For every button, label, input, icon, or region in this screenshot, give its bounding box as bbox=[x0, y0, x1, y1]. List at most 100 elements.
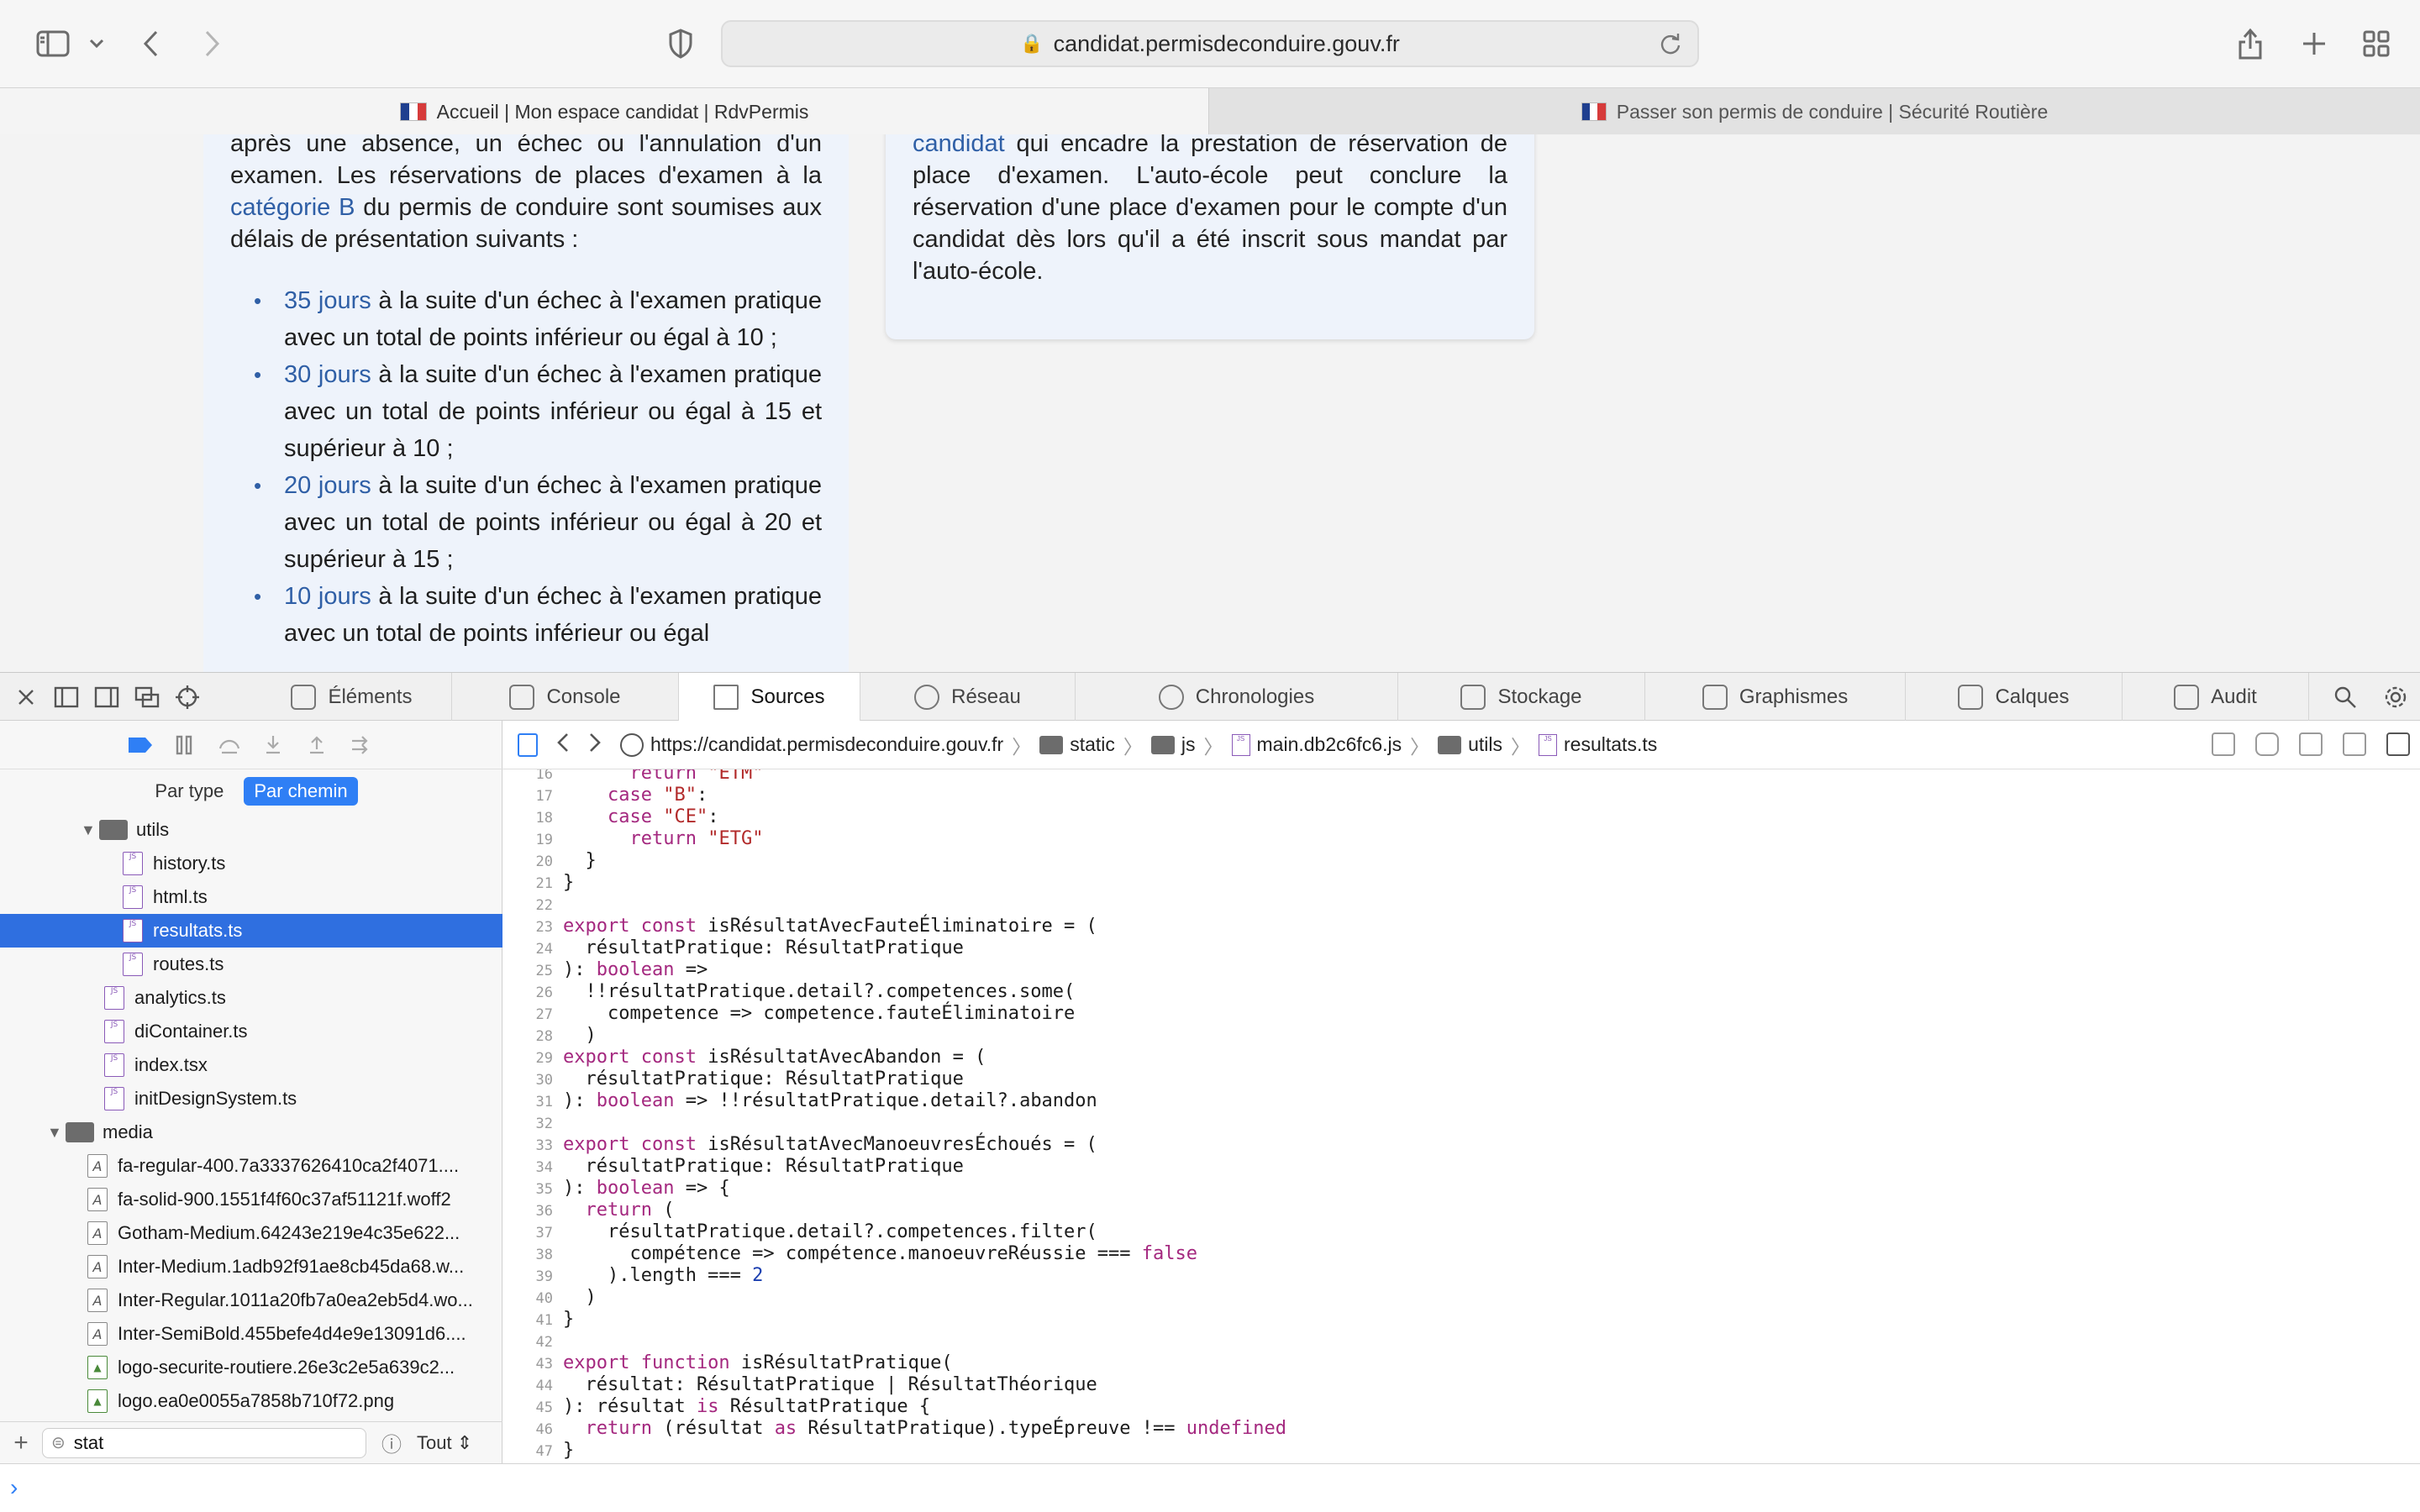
sidebar-toggle-icon[interactable] bbox=[32, 18, 74, 69]
new-tab-icon[interactable] bbox=[2296, 18, 2333, 69]
tree-item[interactable]: JS index.tsx bbox=[0, 1048, 502, 1082]
line-number[interactable]: 28 bbox=[502, 1028, 553, 1045]
tab-layers[interactable]: Calques bbox=[1906, 673, 2123, 722]
days-link[interactable]: 35 jours bbox=[284, 287, 371, 314]
line-number[interactable]: 18 bbox=[502, 810, 553, 827]
recent-filter-icon[interactable]: ⓘ bbox=[381, 1428, 402, 1457]
line-number[interactable]: 25 bbox=[502, 963, 553, 979]
tree-item[interactable]: JS history.ts bbox=[0, 847, 502, 880]
line-number[interactable]: 47 bbox=[502, 1443, 553, 1460]
gear-icon[interactable] bbox=[2381, 683, 2410, 711]
line-number[interactable]: 35 bbox=[502, 1181, 553, 1198]
candidat-link[interactable]: candidat bbox=[913, 134, 1005, 157]
tree-item[interactable]: Afa-solid-900.1551f4f60c37af51121f.woff2 bbox=[0, 1183, 502, 1216]
reload-icon[interactable] bbox=[1659, 32, 1682, 61]
type-info-icon[interactable] bbox=[2299, 732, 2323, 756]
line-number[interactable]: 29 bbox=[502, 1050, 553, 1067]
line-number[interactable]: 41 bbox=[502, 1312, 553, 1329]
line-number[interactable]: 46 bbox=[502, 1421, 553, 1438]
line-number[interactable]: 38 bbox=[502, 1247, 553, 1263]
tree-item[interactable]: A Inter-SemiBold.455befe4d4e9e13091d6.... bbox=[0, 1317, 502, 1351]
breadcrumb-origin[interactable]: https://candidat.permisdeconduire.gouv.f… bbox=[620, 731, 1031, 759]
navigator-toggle-icon[interactable] bbox=[518, 732, 538, 757]
tab-overview-icon[interactable] bbox=[2358, 18, 2395, 69]
line-number[interactable]: 40 bbox=[502, 1290, 553, 1307]
tab-elements[interactable]: Éléments bbox=[252, 673, 452, 722]
tab-audit[interactable]: Audit bbox=[2123, 673, 2309, 722]
days-link[interactable]: 20 jours bbox=[284, 472, 371, 499]
tree-item[interactable]: JS routes.ts bbox=[0, 948, 502, 981]
close-icon[interactable] bbox=[12, 683, 40, 711]
tree-item[interactable]: JS analytics.ts bbox=[0, 981, 502, 1015]
tree-item[interactable]: JS diContainer.ts bbox=[0, 1015, 502, 1048]
coverage-icon[interactable] bbox=[2343, 732, 2366, 756]
disclosure-triangle-icon[interactable]: ▼ bbox=[81, 822, 99, 839]
code-editor[interactable]: 16 return "ETM" 17 case "B": 18 case "CE":… bbox=[502, 769, 2420, 1463]
line-number[interactable]: 32 bbox=[502, 1116, 553, 1132]
tree-item[interactable]: A Gotham-Medium.64243e219e4c35e622... bbox=[0, 1216, 502, 1250]
pause-icon[interactable] bbox=[170, 732, 198, 758]
local-override-icon[interactable] bbox=[2212, 732, 2235, 756]
tree-item-selected[interactable]: JS resultats.ts bbox=[0, 914, 502, 948]
tree-folder-media[interactable]: ▼ media bbox=[0, 1116, 502, 1149]
line-number[interactable]: 39 bbox=[502, 1268, 553, 1285]
tab-graphics[interactable]: Graphismes bbox=[1645, 673, 1906, 722]
back-icon[interactable] bbox=[134, 18, 168, 69]
add-resource-icon[interactable]: + bbox=[0, 1429, 42, 1457]
tab-console[interactable]: Console bbox=[452, 673, 679, 722]
back-icon[interactable] bbox=[556, 732, 570, 759]
line-number[interactable]: 24 bbox=[502, 941, 553, 958]
tab-network[interactable]: Réseau bbox=[860, 673, 1076, 722]
search-icon[interactable] bbox=[2331, 683, 2360, 711]
step-over-icon[interactable] bbox=[215, 732, 244, 758]
line-number[interactable]: 33 bbox=[502, 1137, 553, 1154]
tab-sources[interactable]: Sources bbox=[679, 673, 860, 722]
tree-item[interactable]: ▲ logo-securite-routiere.26e3c2e5a639c2..… bbox=[0, 1351, 502, 1384]
breadcrumb-folder[interactable]: utils 〉 bbox=[1438, 731, 1530, 759]
address-bar[interactable]: 🔒 candidat.permisdeconduire.gouv.fr bbox=[721, 20, 1699, 67]
line-number[interactable]: 27 bbox=[502, 1006, 553, 1023]
by-path-option[interactable]: Par chemin bbox=[244, 777, 358, 806]
tree-item[interactable]: A Inter-Regular.1011a20fb7a0ea2eb5d4.wo..… bbox=[0, 1284, 502, 1317]
tab-storage[interactable]: Stockage bbox=[1398, 673, 1645, 722]
dock-side-icon[interactable] bbox=[92, 683, 121, 711]
tab-securite-routiere[interactable]: Passer son permis de conduire | Sécurité… bbox=[1208, 88, 2420, 135]
breadcrumb-file[interactable]: JS resultats.ts bbox=[1539, 733, 1657, 756]
line-number[interactable]: 21 bbox=[502, 875, 553, 892]
tree-item[interactable]: JS initDesignSystem.ts bbox=[0, 1082, 502, 1116]
line-number[interactable]: 45 bbox=[502, 1399, 553, 1416]
line-number[interactable]: 43 bbox=[502, 1356, 553, 1373]
breadcrumb-file[interactable]: JS main.db2c6fc6.js 〉 bbox=[1231, 731, 1429, 759]
console-prompt[interactable]: › bbox=[0, 1463, 2420, 1512]
line-number[interactable]: 30 bbox=[502, 1072, 553, 1089]
tab-timelines[interactable]: Chronologies bbox=[1076, 673, 1398, 722]
step-into-icon[interactable] bbox=[259, 732, 287, 758]
line-number[interactable]: 17 bbox=[502, 788, 553, 805]
tab-accueil[interactable]: Accueil | Mon espace candidat | RdvPermi… bbox=[0, 88, 1208, 135]
step-icon[interactable] bbox=[346, 732, 375, 758]
line-number[interactable]: 16 bbox=[502, 769, 553, 783]
tree-item[interactable]: Afa-regular-400.7a3337626410ca2f4071.... bbox=[0, 1149, 502, 1183]
days-link[interactable]: 10 jours bbox=[284, 583, 371, 610]
breadcrumb-folder[interactable]: js 〉 bbox=[1150, 731, 1223, 759]
step-out-icon[interactable] bbox=[302, 732, 331, 758]
line-number[interactable]: 37 bbox=[502, 1225, 553, 1242]
breadcrumb-folder[interactable]: static 〉 bbox=[1039, 731, 1143, 759]
line-number[interactable]: 20 bbox=[502, 853, 553, 870]
tree-item[interactable]: JS html.ts bbox=[0, 880, 502, 914]
privacy-shield-icon[interactable] bbox=[664, 18, 697, 69]
breakpoints-toggle-icon[interactable] bbox=[126, 732, 155, 758]
days-link[interactable]: 30 jours bbox=[284, 361, 371, 388]
forward-icon[interactable] bbox=[195, 18, 229, 69]
details-sidebar-icon[interactable] bbox=[2386, 732, 2410, 756]
tree-folder-utils[interactable]: ▼ utils bbox=[0, 813, 502, 847]
tree-item[interactable]: A Inter-Medium.1adb92f91ae8cb45da68.w... bbox=[0, 1250, 502, 1284]
line-number[interactable]: 19 bbox=[502, 832, 553, 848]
line-number[interactable]: 26 bbox=[502, 984, 553, 1001]
line-number[interactable]: 31 bbox=[502, 1094, 553, 1110]
line-number[interactable]: 23 bbox=[502, 919, 553, 936]
scope-select[interactable]: Tout ⇕ bbox=[417, 1432, 472, 1454]
share-icon[interactable] bbox=[2232, 18, 2269, 69]
chevron-down-icon[interactable] bbox=[84, 18, 109, 69]
filter-input[interactable]: ⊜ stat bbox=[42, 1427, 366, 1458]
